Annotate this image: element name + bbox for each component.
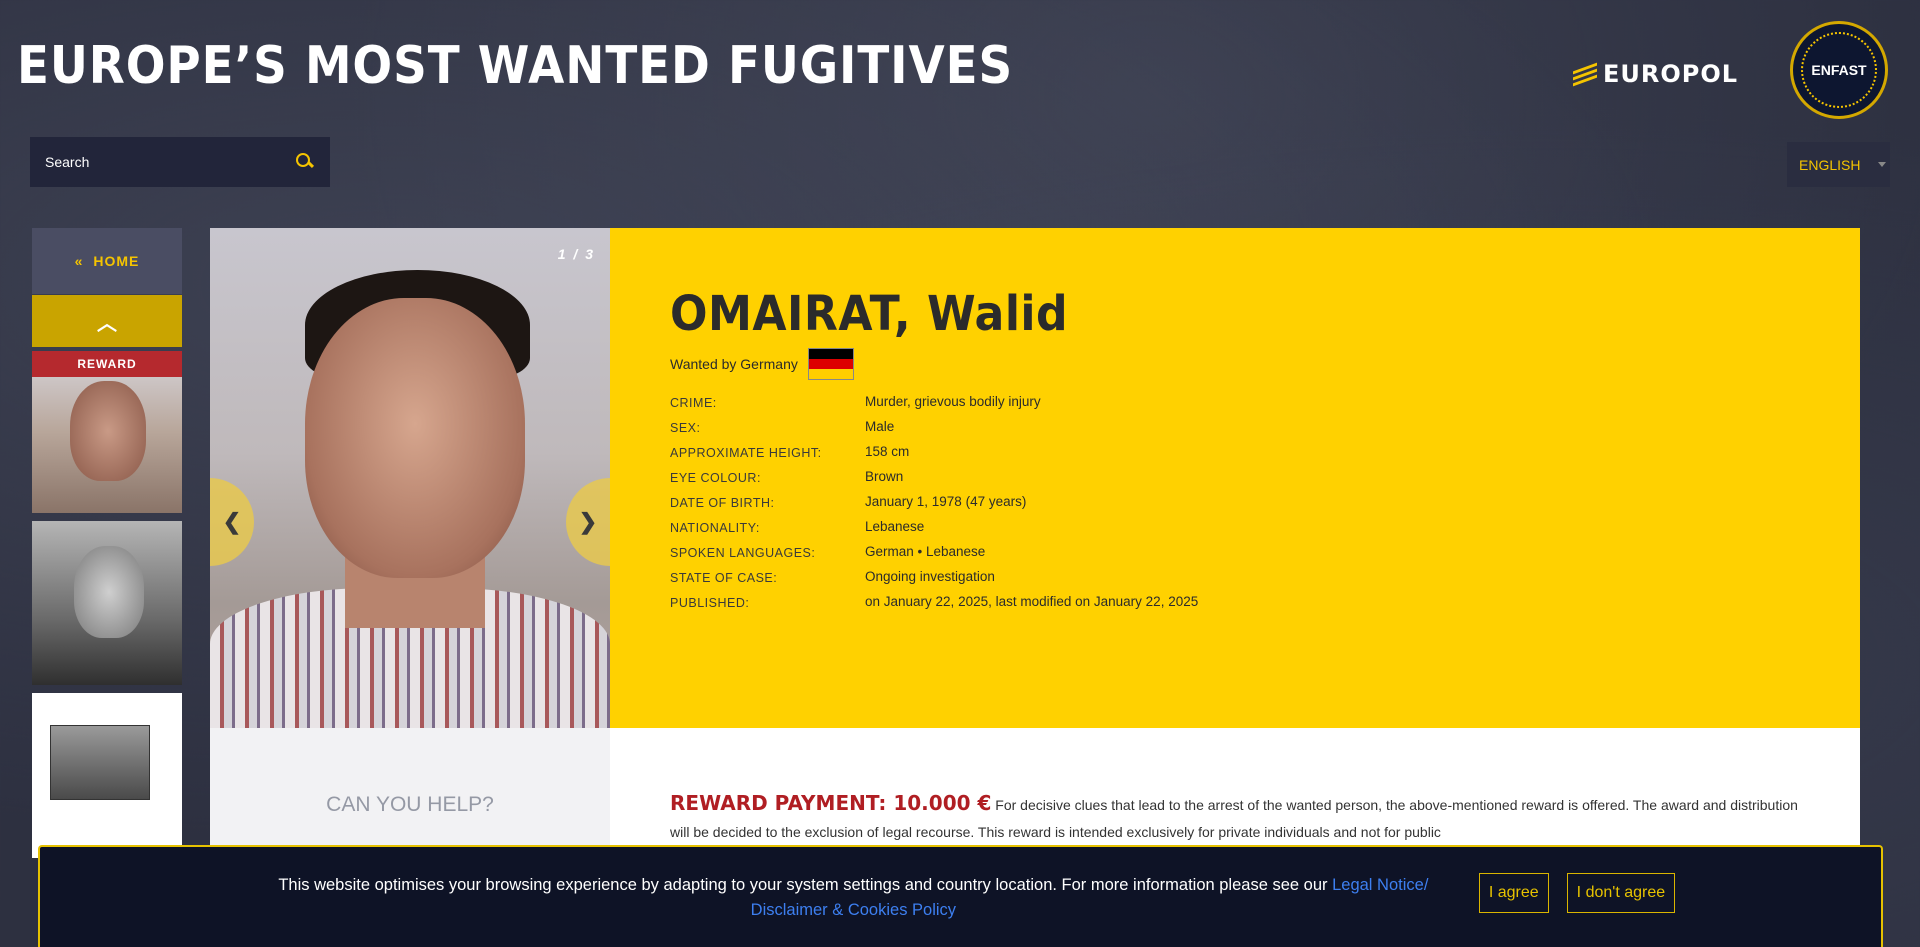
detail-value: Murder, grievous bodily injury	[865, 394, 1041, 409]
double-chevron-left-icon: «	[74, 253, 84, 269]
detail-label: SEX:	[670, 421, 701, 435]
fugitive-info: OMAIRAT, Walid Wanted by Germany CRIME: …	[610, 228, 1860, 728]
chevron-up-icon: ︿	[97, 312, 117, 335]
language-selected-value: ENGLISH	[1799, 156, 1861, 173]
detail-value: Male	[865, 419, 895, 434]
detail-label: APPROXIMATE HEIGHT:	[670, 446, 822, 460]
home-button[interactable]: « HOME	[32, 228, 182, 294]
portrait-image	[74, 546, 144, 638]
enfast-logo[interactable]: ENFAST	[1790, 21, 1888, 119]
fugitive-photo: 1 / 3 ❮ ❯	[210, 228, 610, 728]
can-you-help-title: CAN YOU HELP?	[326, 793, 494, 816]
fugitive-thumbnail[interactable]: REWARD	[32, 351, 182, 513]
detail-label: CRIME:	[670, 396, 717, 410]
portrait-image	[70, 381, 146, 481]
detail-value: German • Lebanese	[865, 544, 986, 559]
cookie-banner: This website optimises your browsing exp…	[38, 845, 1883, 947]
prev-image-button[interactable]: ❮	[210, 478, 254, 566]
next-image-button[interactable]: ❯	[566, 478, 610, 566]
detail-value: January 1, 1978 (47 years)	[865, 494, 1027, 509]
detail-label: PUBLISHED:	[670, 596, 750, 610]
home-label: HOME	[93, 253, 140, 269]
language-select[interactable]: ENGLISH	[1787, 142, 1890, 187]
scroll-up-button[interactable]: ︿	[32, 295, 182, 347]
agree-button[interactable]: I agree	[1478, 873, 1549, 913]
chevron-right-icon: ❯	[578, 509, 598, 534]
disagree-button[interactable]: I don't agree	[1566, 873, 1676, 913]
sidebar: « HOME ︿ REWARD	[32, 228, 182, 858]
wanted-by-row: Wanted by Germany	[670, 348, 1800, 380]
cookie-text-block: This website optimises your browsing exp…	[246, 873, 1461, 923]
image-counter: 1 / 3	[557, 246, 595, 262]
fugitive-thumbnail[interactable]	[32, 521, 182, 685]
fugitive-card: 1 / 3 ❮ ❯ OMAIRAT, Walid Wanted by Germa…	[210, 228, 1860, 947]
detail-label: DATE OF BIRTH:	[670, 496, 775, 510]
detail-label: EYE COLOUR:	[670, 471, 761, 485]
reward-badge: REWARD	[32, 351, 182, 377]
caret-down-icon	[1878, 162, 1887, 167]
portrait-image	[50, 725, 150, 800]
detail-label: NATIONALITY:	[670, 521, 760, 535]
germany-flag-icon	[807, 348, 854, 380]
detail-value: Ongoing investigation	[865, 569, 995, 584]
wanted-by-label: Wanted by Germany	[670, 356, 798, 372]
detail-value: Brown	[865, 469, 904, 484]
detail-value: Lebanese	[865, 519, 925, 534]
search-box	[30, 137, 330, 187]
page-title: EUROPE’S MOST WANTED FUGITIVES	[17, 36, 1014, 96]
fugitive-details: CRIME: Murder, grievous bodily injury SE…	[670, 394, 1800, 610]
fugitive-thumbnail[interactable]	[32, 693, 182, 858]
detail-label: STATE OF CASE:	[670, 571, 778, 585]
detail-value: 158 cm	[865, 444, 910, 459]
reward-title: REWARD PAYMENT: 10.000 €	[670, 791, 992, 815]
cookie-message: This website optimises your browsing exp…	[278, 876, 1333, 894]
stars-ring-icon	[1801, 32, 1877, 108]
detail-label: SPOKEN LANGUAGES:	[670, 546, 816, 560]
flag-stripe	[808, 349, 853, 359]
europol-logo-text: EUROPOL	[1603, 60, 1739, 88]
face-shape	[305, 298, 525, 578]
search-input[interactable]	[45, 154, 295, 170]
europol-mark-icon	[1573, 62, 1597, 87]
search-icon[interactable]	[295, 152, 315, 172]
fugitive-name: OMAIRAT, Walid	[670, 286, 1069, 342]
detail-value: on January 22, 2025, last modified on Ja…	[865, 594, 1199, 609]
flag-stripe	[808, 359, 853, 369]
flag-stripe	[808, 369, 853, 379]
chevron-left-icon: ❮	[222, 509, 242, 534]
europol-logo[interactable]: EUROPOL	[1573, 60, 1738, 88]
